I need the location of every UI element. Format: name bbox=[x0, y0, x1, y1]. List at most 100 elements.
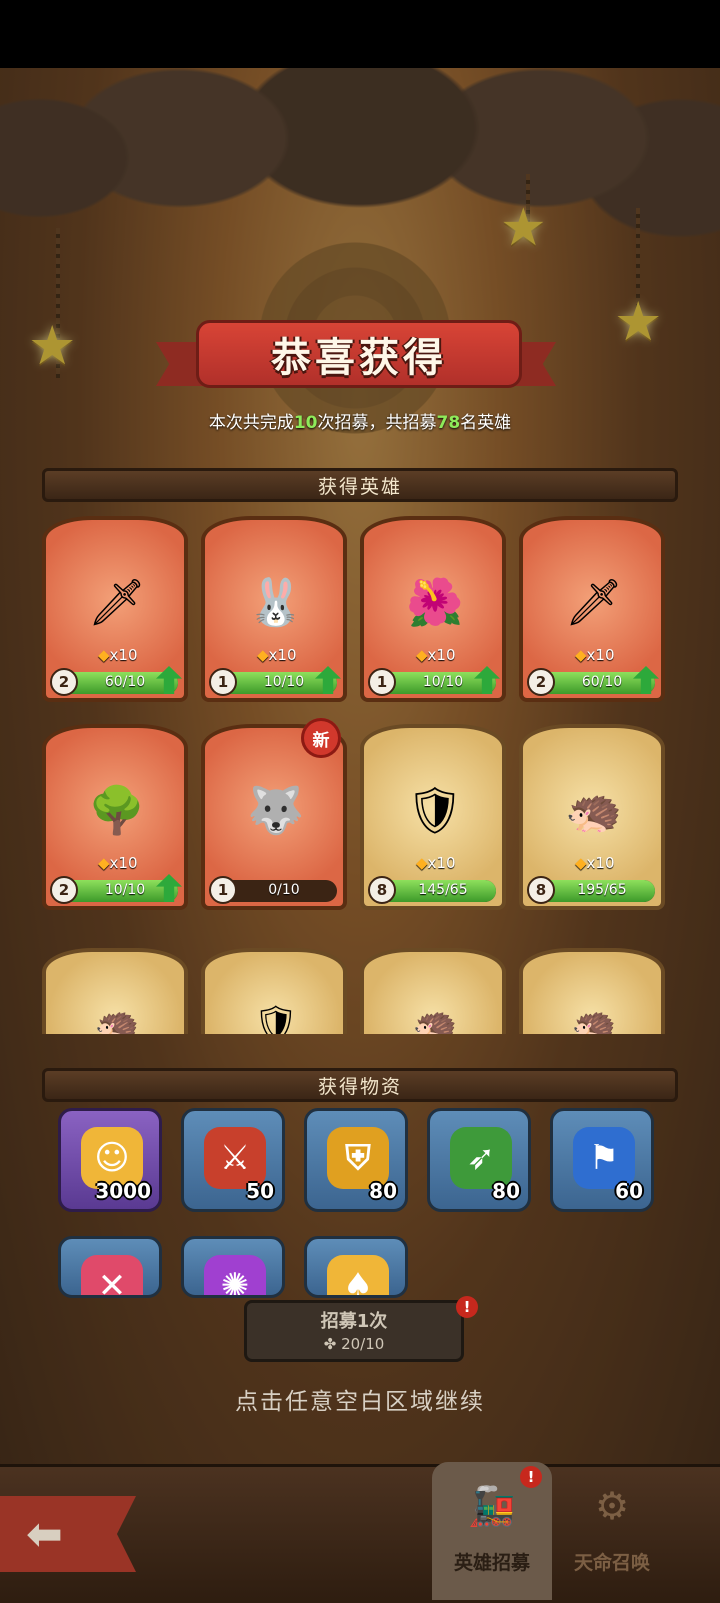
alert-icon: ! bbox=[520, 1466, 542, 1488]
hero-shard-count: ◆x10 bbox=[575, 854, 615, 872]
hero-progress-text: 60/10 bbox=[581, 674, 623, 690]
hero-card[interactable]: 🗡 ◆x10 60/10 2 bbox=[42, 516, 188, 702]
swirl-rune-icon: ✺ bbox=[204, 1255, 266, 1295]
hero-star-badge: 2 bbox=[50, 668, 78, 696]
shard-icon: ◆ bbox=[257, 646, 269, 664]
tab-fate-summon-label: 天命召唤 bbox=[573, 1552, 650, 1574]
wolf-hero-icon: 🐺 bbox=[247, 782, 305, 837]
gear-icon: ⚙ bbox=[594, 1484, 630, 1528]
tab-hero-recruit-label: 英雄招募 bbox=[453, 1552, 530, 1574]
recruit-button-cost: ✤ 20/10 bbox=[247, 1335, 461, 1353]
hero-progress-text: 10/10 bbox=[263, 674, 305, 690]
items-section-header: 获得物资 bbox=[42, 1068, 678, 1102]
shard-icon: ◆ bbox=[575, 854, 587, 872]
hero-progress-text: 10/10 bbox=[422, 674, 464, 690]
hero-shard-count: ◆x10 bbox=[98, 854, 138, 872]
item-count: 3000 bbox=[95, 1179, 151, 1203]
hero-shard-qty: x10 bbox=[109, 854, 138, 872]
summary-mid: 次招募，共招募 bbox=[317, 413, 437, 433]
shard-icon: ◆ bbox=[416, 646, 428, 664]
page-title: 恭喜获得 bbox=[271, 335, 447, 381]
hero-progress-text: 0/10 bbox=[268, 882, 300, 898]
shard-icon: ◆ bbox=[98, 646, 110, 664]
item-tile[interactable]: ⛨ 80 bbox=[304, 1108, 408, 1212]
recruit-cost-value: 20/10 bbox=[341, 1335, 385, 1353]
spiky-hero-icon: 🦔 bbox=[94, 1004, 140, 1034]
spiky-hero-icon: 🦔 bbox=[565, 782, 623, 837]
item-tile[interactable]: ⚑ 60 bbox=[550, 1108, 654, 1212]
summary-prefix: 本次共完成 bbox=[208, 413, 294, 433]
back-button[interactable]: ⬅ bbox=[0, 1496, 136, 1572]
hero-card[interactable]: 🗡 ◆x10 60/10 2 bbox=[519, 516, 665, 702]
hero-shard-qty: x10 bbox=[586, 854, 615, 872]
hero-shard-qty: x10 bbox=[427, 854, 456, 872]
hero-shard-qty: x10 bbox=[109, 646, 138, 664]
spiky-hero-icon: 🦔 bbox=[571, 1004, 617, 1034]
hero-progress-text: 195/65 bbox=[577, 882, 627, 898]
train-icon: 🚂 bbox=[468, 1484, 516, 1528]
knight-hero-icon: 🛡 bbox=[405, 782, 465, 837]
clover-ticket-icon: ✤ bbox=[323, 1335, 337, 1353]
spade-coin-icon: ♠ bbox=[327, 1255, 389, 1295]
alert-icon: ! bbox=[456, 1296, 478, 1318]
item-count: 80 bbox=[492, 1179, 520, 1203]
hero-shard-count: ◆x10 bbox=[257, 646, 297, 664]
hero-shard-qty: x10 bbox=[427, 646, 456, 664]
recruit-summary: 本次共完成10次招募，共招募78名英雄 bbox=[0, 408, 720, 433]
hero-card-partial[interactable]: 🦔 bbox=[42, 948, 188, 1034]
hero-card[interactable]: 🛡 ◆x10 145/65 8 bbox=[360, 724, 506, 910]
back-arrow-icon: ⬅ bbox=[26, 1508, 63, 1560]
item-count: 60 bbox=[615, 1179, 643, 1203]
hero-star-badge: 1 bbox=[209, 876, 237, 904]
hero-progress-text: 145/65 bbox=[418, 882, 468, 898]
hero-shard-count: ◆x10 bbox=[98, 646, 138, 664]
heroes-section-title: 获得英雄 bbox=[317, 475, 402, 498]
hero-card[interactable]: 🦔 ◆x10 195/65 8 bbox=[519, 724, 665, 910]
cross-rune-icon: ✕ bbox=[81, 1255, 143, 1295]
spiky-hero-icon: 🦔 bbox=[412, 1004, 458, 1034]
hero-star-badge: 2 bbox=[527, 668, 555, 696]
hero-shard-count: ◆x10 bbox=[575, 646, 615, 664]
recruit-once-button[interactable]: 招募1次 ✤ 20/10 bbox=[244, 1300, 464, 1362]
heroes-section-header: 获得英雄 bbox=[42, 468, 678, 502]
item-count: 80 bbox=[369, 1179, 397, 1203]
item-tile[interactable]: ✕ bbox=[58, 1236, 162, 1298]
hero-star-badge: 1 bbox=[368, 668, 396, 696]
hero-card[interactable]: 🌺 ◆x10 10/10 1 bbox=[360, 516, 506, 702]
hero-shard-qty: x10 bbox=[586, 646, 615, 664]
hero-card-partial[interactable]: 🦔 bbox=[360, 948, 506, 1034]
shard-icon: ◆ bbox=[98, 854, 110, 872]
hero-card[interactable]: 🐰 ◆x10 10/10 1 bbox=[201, 516, 347, 702]
item-tile[interactable]: ♠ bbox=[304, 1236, 408, 1298]
hero-shard-count: ◆x10 bbox=[416, 646, 456, 664]
hero-card[interactable]: 🌳 ◆x10 10/10 2 bbox=[42, 724, 188, 910]
new-badge: 新 bbox=[301, 718, 341, 758]
archer-hero-icon: 🗡 bbox=[87, 574, 147, 629]
item-tile[interactable]: ➶ 80 bbox=[427, 1108, 531, 1212]
hero-star-badge: 1 bbox=[209, 668, 237, 696]
item-tile[interactable]: ✺ bbox=[181, 1236, 285, 1298]
recruit-times: 10 bbox=[293, 413, 318, 433]
hero-card-partial[interactable]: 🛡 bbox=[201, 948, 347, 1034]
hero-star-badge: 2 bbox=[50, 876, 78, 904]
hero-card-partial[interactable]: 🦔 bbox=[519, 948, 665, 1034]
archer-hero-icon: 🗡 bbox=[564, 574, 624, 629]
hero-progress-text: 60/10 bbox=[104, 674, 146, 690]
hero-star-badge: 8 bbox=[527, 876, 555, 904]
hero-star-badge: 8 bbox=[368, 876, 396, 904]
bunny-hero-icon: 🐰 bbox=[247, 574, 305, 629]
tab-fate-summon[interactable]: ⚙ 天命召唤 bbox=[552, 1462, 672, 1600]
shard-icon: ◆ bbox=[416, 854, 428, 872]
items-section-title: 获得物资 bbox=[317, 1075, 402, 1098]
item-count: 50 bbox=[246, 1179, 274, 1203]
flower-hero-icon: 🌺 bbox=[406, 574, 464, 629]
treant-hero-icon: 🌳 bbox=[88, 782, 146, 837]
item-tile[interactable]: ⚔ 50 bbox=[181, 1108, 285, 1212]
hero-progress-text: 10/10 bbox=[104, 882, 146, 898]
summary-suffix: 名英雄 bbox=[460, 413, 512, 433]
knight-hero-icon: 🛡 bbox=[253, 1004, 299, 1034]
hero-total: 78 bbox=[436, 413, 461, 433]
hero-shard-count: ◆x10 bbox=[416, 854, 456, 872]
item-tile[interactable]: ☺ 3000 bbox=[58, 1108, 162, 1212]
banner-body: 恭喜获得 bbox=[196, 320, 522, 388]
